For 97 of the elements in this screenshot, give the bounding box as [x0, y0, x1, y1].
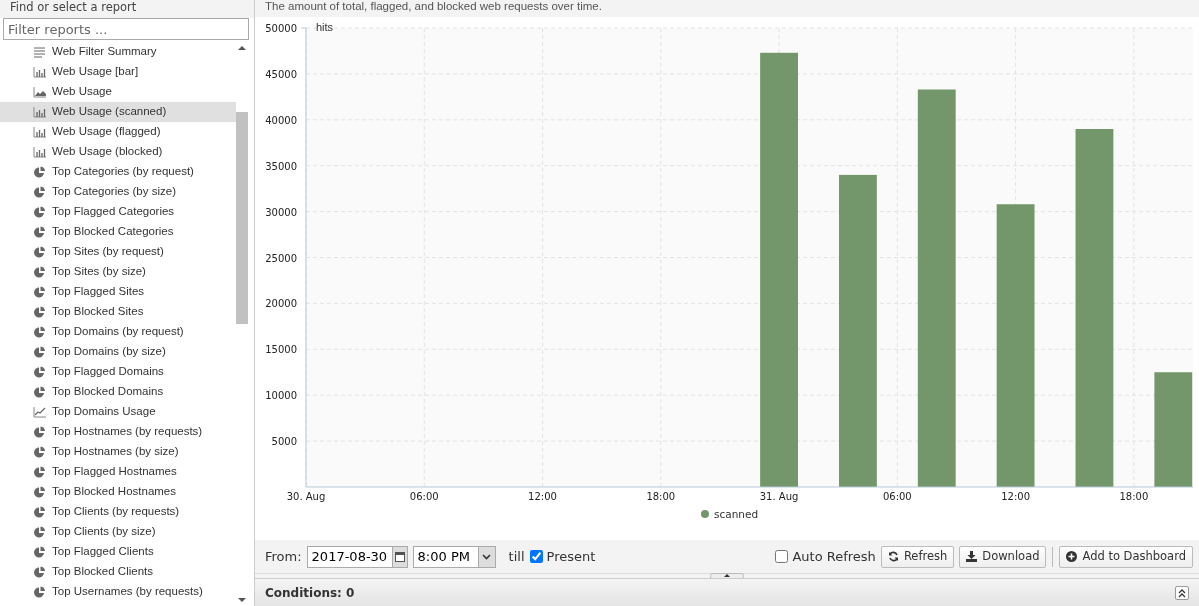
y-tick-label: 30000 [265, 206, 297, 218]
checkbox[interactable] [529, 550, 543, 563]
pie-chart-icon [33, 186, 47, 198]
pie-chart-icon [33, 306, 47, 318]
pie-chart-icon [33, 526, 47, 538]
report-item[interactable]: Top Categories (by size) [0, 182, 236, 202]
add-button[interactable]: Add to Dashboard [1059, 545, 1193, 568]
pie-chart-icon [33, 206, 47, 218]
report-item[interactable]: Web Usage [bar] [0, 62, 236, 82]
report-item[interactable]: Top Domains Usage [0, 402, 236, 422]
report-item[interactable]: Top Categories (by request) [0, 162, 236, 182]
x-tick-label: 06:00 [882, 491, 912, 502]
y-tick-label: 20000 [265, 298, 297, 310]
area-chart-icon [33, 86, 47, 98]
pie-chart-icon [33, 566, 47, 578]
report-item[interactable]: Top Domains (by request) [0, 322, 236, 342]
report-item[interactable]: Top Flagged Clients [0, 542, 236, 562]
filter-field[interactable]: Filter reports ... [3, 18, 249, 40]
y-tick-label: 10000 [265, 390, 297, 402]
report-item[interactable]: Top Hostnames (by size) [0, 442, 236, 462]
sidebar-title: Find or select a report [0, 0, 254, 18]
report-item[interactable]: Top Sites (by request) [0, 242, 236, 262]
report-item[interactable]: Web Filter Summary [0, 42, 236, 62]
refresh-icon [887, 551, 899, 562]
plus-circle-icon [1066, 551, 1078, 562]
pie-chart-icon [33, 166, 47, 178]
y-tick-label: 25000 [265, 252, 297, 264]
pie-chart-icon [33, 446, 47, 458]
pie-chart-icon [33, 586, 47, 598]
conditions-title: Conditions: 0 [265, 584, 355, 602]
pie-chart-icon [33, 286, 47, 298]
y-tick-label: 35000 [265, 160, 297, 172]
report-item[interactable]: Top Blocked Sites [0, 302, 236, 322]
date-field[interactable]: 2017-08-30 [306, 545, 393, 568]
collapse-icon[interactable] [1175, 585, 1189, 600]
report-item[interactable]: Top Sites (by size) [0, 262, 236, 282]
x-tick-label: 18:00 [1119, 491, 1149, 502]
legend-label: scanned [714, 508, 759, 520]
report-item[interactable]: Top Domains (by size) [0, 342, 236, 362]
report-item[interactable]: Top Blocked Domains [0, 382, 236, 402]
report-item[interactable]: Top Flagged Domains [0, 362, 236, 382]
line-chart-icon [33, 406, 47, 418]
list-icon [33, 46, 47, 58]
report-item[interactable]: Top Blocked Hostnames [0, 482, 236, 502]
refresh-button[interactable]: Refresh [880, 545, 955, 568]
till-label: till [508, 547, 525, 566]
checkbox-label: Present [546, 547, 596, 566]
y-tick-label: 40000 [265, 114, 297, 126]
report-item[interactable]: Web Usage (flagged) [0, 122, 236, 142]
x-tick-label: 18:00 [646, 491, 676, 502]
download-button[interactable]: Download [959, 545, 1047, 568]
pie-chart-icon [33, 386, 47, 398]
report-item[interactable]: Top Flagged Hostnames [0, 462, 236, 482]
pie-chart-icon [33, 546, 47, 558]
x-tick-label: 06:00 [409, 491, 439, 502]
pie-chart-icon [33, 326, 47, 338]
pie-chart-icon [33, 506, 47, 518]
splitter-handle-icon[interactable] [710, 573, 744, 578]
x-tick-label: 12:00 [528, 491, 557, 502]
y-tick-label: 45000 [265, 68, 297, 80]
checkbox[interactable] [775, 550, 789, 563]
x-tick-label: 30. Aug [286, 491, 326, 502]
x-tick-label: 12:00 [1001, 491, 1030, 502]
y-tick-label: 5000 [271, 436, 297, 448]
report-item[interactable]: Top Flagged Categories [0, 202, 236, 222]
y-tick-label: 15000 [265, 344, 297, 356]
pie-chart-icon [33, 246, 47, 258]
pie-chart-icon [33, 426, 47, 438]
dropdown-caret-icon[interactable] [477, 545, 496, 568]
pie-chart-icon [33, 366, 47, 378]
time-field[interactable]: 8:00 PM [412, 545, 479, 568]
download-icon [966, 551, 978, 562]
report-item[interactable]: Top Blocked Clients [0, 562, 236, 582]
x-tick-label: 31. Aug [759, 491, 799, 502]
report-item[interactable]: Web Usage (blocked) [0, 142, 236, 162]
report-description: The amount of total, flagged, and blocked web requests over time. [264, 0, 603, 14]
pie-chart-icon [33, 266, 47, 278]
pie-chart-icon [33, 226, 47, 238]
y-axis-title: hits [316, 21, 334, 33]
report-item[interactable]: Top Hostnames (by requests) [0, 422, 236, 442]
bar-chart-icon [33, 126, 47, 138]
pie-chart-icon [33, 486, 47, 498]
pie-chart-icon [33, 346, 47, 358]
y-tick-label: 50000 [265, 23, 297, 34]
report-item[interactable]: Top Clients (by requests) [0, 502, 236, 522]
bar-chart-icon [33, 106, 47, 118]
report-item[interactable]: Web Usage [0, 82, 236, 102]
report-item[interactable]: Web Usage (scanned) [0, 102, 236, 122]
report-item[interactable]: Top Blocked Categories [0, 222, 236, 242]
pie-chart-icon [33, 466, 47, 478]
from-label: From: [265, 547, 302, 566]
bar-chart-icon [33, 66, 47, 78]
checkbox-label: Auto Refresh [792, 547, 876, 566]
report-item[interactable]: Top Flagged Sites [0, 282, 236, 302]
report-item[interactable]: Top Usernames (by requests) [0, 582, 236, 602]
report-item[interactable]: Top Clients (by size) [0, 522, 236, 542]
bar-chart-icon [33, 146, 47, 158]
